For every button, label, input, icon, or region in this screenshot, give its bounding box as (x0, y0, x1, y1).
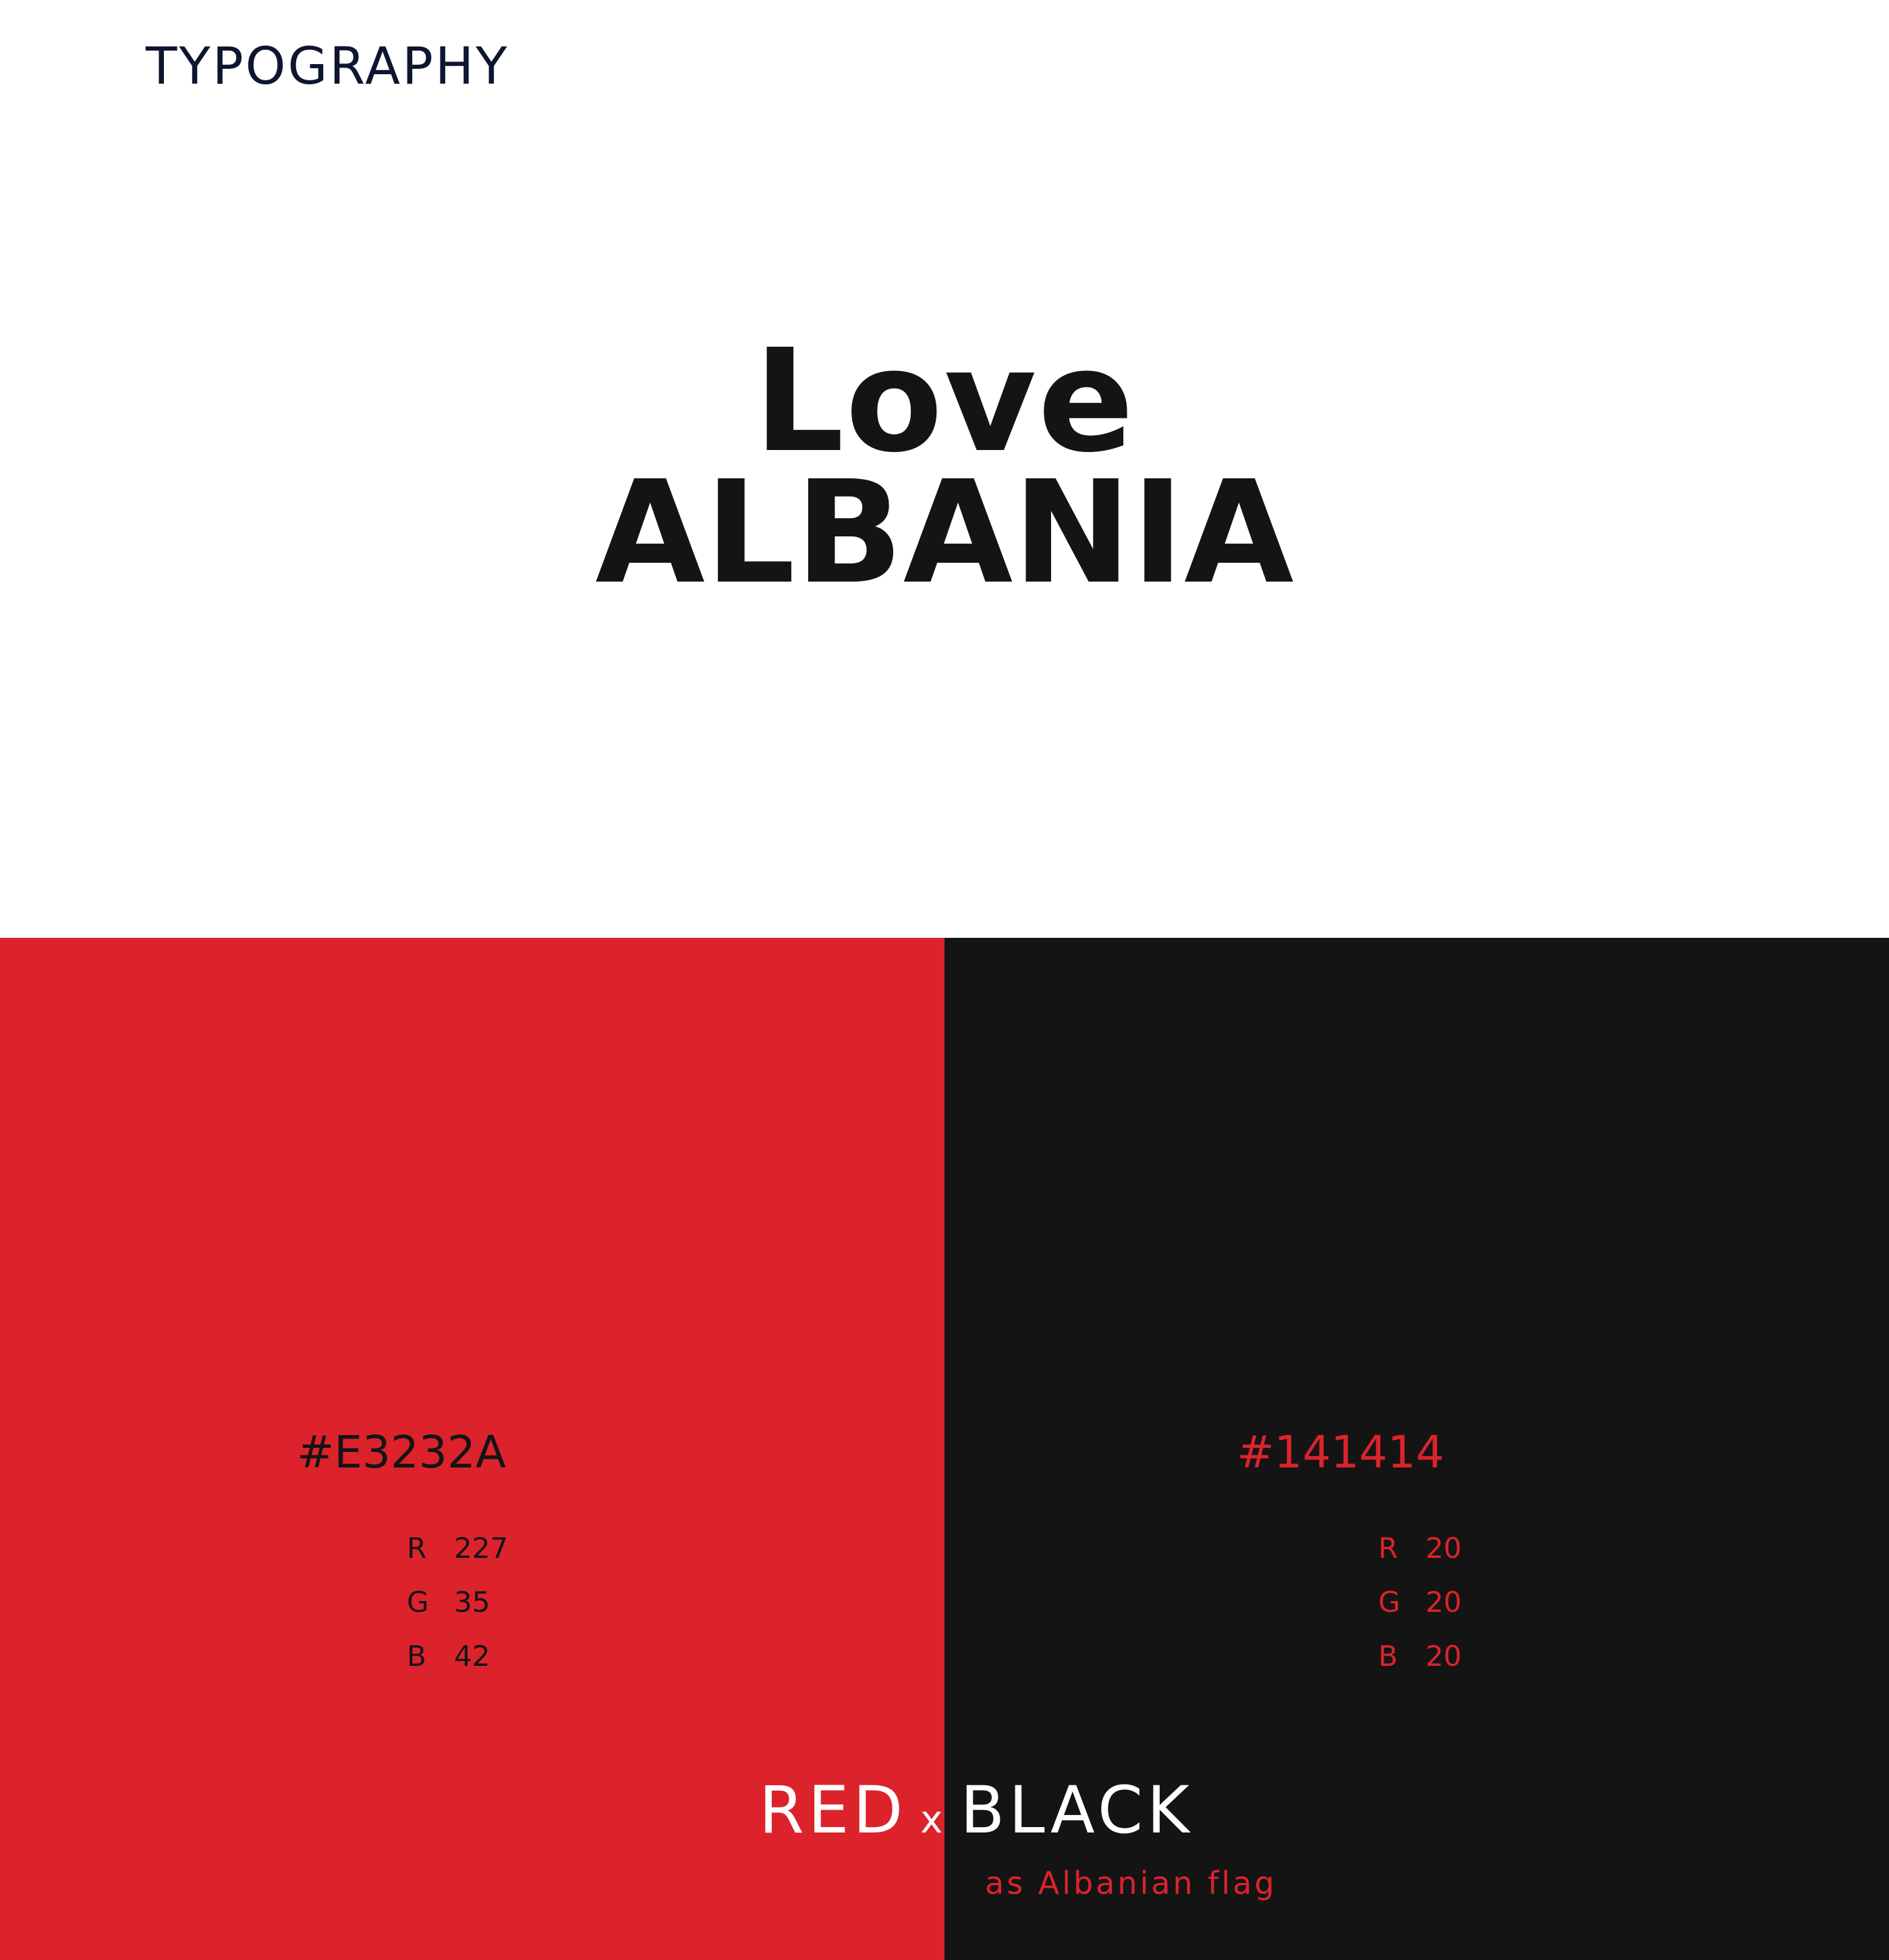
hero-line-love: Love (754, 318, 1135, 484)
combo-black-label: BLACK (960, 1772, 1193, 1848)
rgb-row-g: G 20 (1378, 1575, 1461, 1629)
swatch-black-rgb-list: R 20 G 20 B 20 (1378, 1521, 1461, 1683)
rgb-channel-value: 20 (1426, 1532, 1462, 1565)
brand-sheet: TYPOGRAPHY Love ALBANIA #E3232A R 227 G … (0, 0, 1889, 1960)
rgb-channel-value: 35 (454, 1586, 490, 1619)
combo-subtitle: as Albanian flag (985, 1865, 1277, 1901)
rgb-row-r: R 227 (407, 1521, 508, 1575)
rgb-channel-label: R (407, 1532, 427, 1565)
rgb-channel-label: B (1378, 1640, 1398, 1673)
rgb-channel-value: 42 (454, 1640, 490, 1673)
section-title: TYPOGRAPHY (146, 36, 509, 96)
combo-red-label: RED (759, 1772, 907, 1848)
rgb-channel-value: 20 (1426, 1640, 1462, 1673)
rgb-channel-value: 20 (1426, 1586, 1462, 1619)
red-x-black-title: RED x BLACK (759, 1778, 1193, 1843)
swatch-red-hex: #E3232A (296, 1426, 507, 1478)
rgb-row-g: G 35 (407, 1575, 508, 1629)
rgb-channel-value: 227 (454, 1532, 509, 1565)
rgb-row-r: R 20 (1378, 1521, 1461, 1575)
rgb-row-b: B 20 (1378, 1629, 1461, 1683)
rgb-channel-label: R (1378, 1532, 1399, 1565)
typography-section: TYPOGRAPHY Love ALBANIA (0, 0, 1889, 938)
rgb-channel-label: G (407, 1586, 429, 1619)
rgb-row-b: B 42 (407, 1629, 508, 1683)
hero-line-albania: ALBANIA (595, 450, 1294, 615)
rgb-channel-label: B (407, 1640, 426, 1673)
combo-joiner: x (920, 1798, 943, 1842)
rgb-channel-label: G (1378, 1586, 1401, 1619)
color-palette-section: #E3232A R 227 G 35 B 42 #141414 R 20 G 2… (0, 938, 1889, 1960)
swatch-red-rgb-list: R 227 G 35 B 42 (407, 1521, 508, 1683)
swatch-black-hex: #141414 (1237, 1426, 1444, 1478)
hero-wordmark: Love ALBANIA (0, 318, 1889, 615)
